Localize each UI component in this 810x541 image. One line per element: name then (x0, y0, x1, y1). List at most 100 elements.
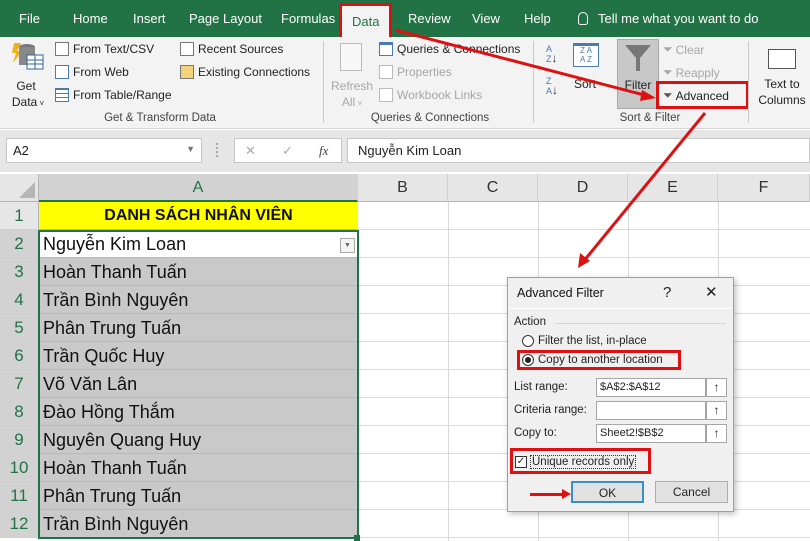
tab-home[interactable]: Home (73, 11, 108, 26)
select-all-corner[interactable] (0, 174, 39, 202)
recent-sources-button[interactable]: Recent Sources (180, 42, 283, 56)
header-cell-a1[interactable]: DANH SÁCH NHÂN VIÊN (39, 202, 358, 230)
insert-function-icon[interactable]: fx (319, 143, 328, 159)
sort-button[interactable]: Z AA Z Sort (571, 41, 603, 95)
row-header-3[interactable]: 3 (0, 258, 39, 286)
group-divider (323, 41, 324, 123)
help-icon[interactable]: ? (663, 284, 671, 301)
criteria-range-label: Criteria range: (514, 404, 587, 416)
text-file-icon (55, 42, 69, 56)
get-data-button[interactable]: Get Data ˅ (6, 41, 46, 109)
row-header-10[interactable]: 10 (0, 454, 39, 482)
cell-a2[interactable]: Nguyễn Kim Loan (39, 230, 358, 258)
existing-connections-button[interactable]: Existing Connections (180, 65, 310, 79)
tab-help[interactable]: Help (524, 11, 551, 26)
cell-a6[interactable]: Trần Quốc Huy (39, 342, 358, 370)
row-header-1[interactable]: 1 (0, 202, 39, 230)
cancel-button[interactable]: Cancel (655, 481, 728, 503)
tab-data[interactable]: Data (339, 3, 393, 37)
column-header-b[interactable]: B (358, 174, 448, 202)
collapse-dialog-icon[interactable]: ↑ (706, 424, 727, 443)
tab-page-layout[interactable]: Page Layout (189, 11, 262, 26)
list-range-label: List range: (514, 381, 568, 393)
row-header-2[interactable]: 2 (0, 230, 39, 258)
text-to-columns-icon (768, 49, 796, 69)
from-table-range-button[interactable]: From Table/Range (55, 88, 172, 102)
cell-a9[interactable]: Nguyên Quang Huy (39, 426, 358, 454)
cancel-icon[interactable]: ✕ (245, 143, 256, 159)
queries-connections-button[interactable]: Queries & Connections (379, 42, 520, 56)
list-range-input[interactable]: $A$2:$A$12 (596, 378, 706, 397)
cell-a5[interactable]: Phân Trung Tuấn (39, 314, 358, 342)
lightbulb-icon (578, 12, 588, 25)
group-divider (748, 41, 749, 123)
cell-a11[interactable]: Phân Trung Tuấn (39, 482, 358, 510)
column-header-e[interactable]: E (628, 174, 718, 202)
enter-icon[interactable]: ✓ (282, 143, 293, 159)
properties-button[interactable]: Properties (379, 65, 452, 79)
clear-filter-icon: ⏷ (663, 42, 673, 56)
group-divider (533, 41, 534, 123)
criteria-range-input[interactable] (596, 401, 706, 420)
ribbon-data: Get Data ˅ From Text/CSV From Web From T… (0, 37, 810, 129)
row-header-4[interactable]: 4 (0, 286, 39, 314)
row-header-6[interactable]: 6 (0, 342, 39, 370)
filter-dropdown-icon[interactable]: ▼ (340, 238, 355, 253)
filter-button[interactable]: Filter (617, 39, 659, 109)
advanced-filter-button[interactable]: ⏷ Advanced (663, 88, 729, 103)
tab-review[interactable]: Review (408, 11, 451, 26)
collapse-dialog-icon[interactable]: ↑ (706, 401, 727, 420)
row-header-12[interactable]: 12 (0, 510, 39, 538)
queries-icon (379, 42, 393, 56)
column-header-c[interactable]: C (448, 174, 538, 202)
cell-a4[interactable]: Trần Bình Nguyên (39, 286, 358, 314)
row-header-7[interactable]: 7 (0, 370, 39, 398)
close-icon[interactable]: ✕ (705, 283, 718, 301)
workbook-links-button[interactable]: Workbook Links (379, 88, 482, 102)
web-icon (55, 65, 69, 79)
column-header-f[interactable]: F (718, 174, 810, 202)
copy-to-input[interactable]: Sheet2!$B$2 (596, 424, 706, 443)
formula-bar-grip[interactable] (216, 143, 218, 157)
action-group-label: Action (514, 316, 546, 328)
radio-filter-in-place[interactable]: Filter the list, in-place (522, 335, 647, 347)
clear-filter-button[interactable]: ⏷ Clear (663, 42, 704, 57)
collapse-dialog-icon[interactable]: ↑ (706, 378, 727, 397)
tab-formulas[interactable]: Formulas (281, 11, 335, 26)
tell-me-search[interactable]: Tell me what you want to do (578, 11, 758, 26)
formula-input[interactable]: Nguyễn Kim Loan (347, 138, 810, 163)
funnel-icon (625, 45, 651, 71)
radio-selected-icon (522, 354, 534, 366)
unique-records-checkbox[interactable]: ✓ Unique records only (515, 455, 637, 469)
reapply-button[interactable]: ⏷ Reapply (663, 65, 720, 80)
row-header-9[interactable]: 9 (0, 426, 39, 454)
refresh-all-button[interactable]: Refresh All ˅ (330, 41, 374, 109)
group-label-get-transform: Get & Transform Data (104, 112, 216, 124)
cell-a8[interactable]: Đào Hồng Thắm (39, 398, 358, 426)
row-header-5[interactable]: 5 (0, 314, 39, 342)
cell-a3[interactable]: Hoàn Thanh Tuấn (39, 258, 358, 286)
tab-view[interactable]: View (472, 11, 500, 26)
row-header-11[interactable]: 11 (0, 482, 39, 510)
sort-za-button[interactable]: Z A↓ (546, 77, 558, 97)
radio-copy-to-location[interactable]: Copy to another location (522, 354, 663, 366)
cell-a12[interactable]: Trần Bình Nguyên (39, 510, 358, 538)
tab-insert[interactable]: Insert (133, 11, 166, 26)
column-header-a[interactable]: A (39, 174, 358, 202)
fill-handle[interactable] (354, 535, 360, 541)
chevron-down-icon[interactable]: ▼ (186, 144, 195, 154)
from-web-button[interactable]: From Web (55, 65, 129, 79)
tab-file[interactable]: File (19, 11, 40, 26)
cell-a7[interactable]: Võ Văn Lân (39, 370, 358, 398)
from-text-csv-button[interactable]: From Text/CSV (55, 42, 154, 56)
name-box[interactable]: A2 ▼ (6, 138, 202, 163)
cell-a10[interactable]: Hoàn Thanh Tuấn (39, 454, 358, 482)
text-to-columns-button[interactable]: Text to Columns (756, 41, 808, 107)
recent-sources-icon (180, 42, 194, 56)
annotation-arrow-ok (530, 493, 564, 496)
checkbox-checked-icon: ✓ (515, 456, 527, 468)
row-header-8[interactable]: 8 (0, 398, 39, 426)
column-header-d[interactable]: D (538, 174, 628, 202)
ok-button[interactable]: OK (571, 481, 644, 503)
sort-az-button[interactable]: A Z↓ (546, 45, 558, 65)
